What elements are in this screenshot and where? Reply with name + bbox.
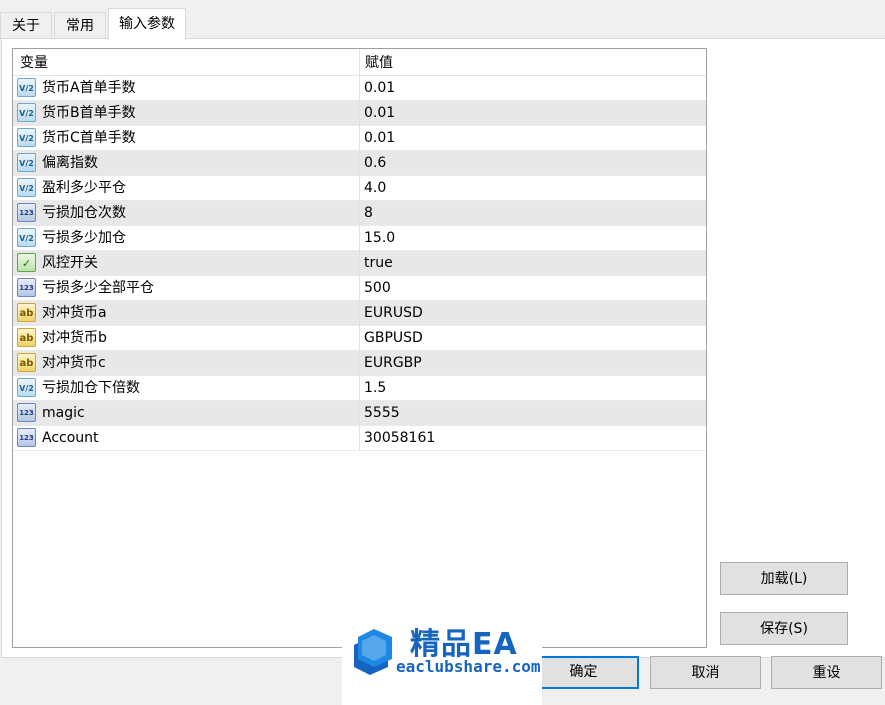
- reset-button[interactable]: 重设: [771, 656, 882, 689]
- variable-name: 偏离指数: [42, 155, 98, 171]
- variable-name: 亏损多少加仓: [42, 230, 126, 246]
- variable-value[interactable]: 15.0: [364, 226, 395, 251]
- ok-button[interactable]: 确定: [528, 656, 639, 689]
- variable-value[interactable]: 4.0: [364, 176, 386, 201]
- variable-name: 亏损加仓下倍数: [42, 380, 140, 396]
- inputs-grid: 变量 赋值 V/2 货币A首单手数 0.01 V/2 货币B首单手数 0.01 V/2 货币C…: [12, 48, 707, 648]
- tab-inputs[interactable]: 输入参数: [108, 8, 186, 40]
- cancel-button[interactable]: 取消: [650, 656, 761, 689]
- variable-name: 对冲货币c: [42, 355, 106, 371]
- variable-name: Account: [42, 430, 99, 446]
- save-button[interactable]: 保存(S): [720, 612, 848, 645]
- variable-name: 货币A首单手数: [42, 80, 136, 96]
- boolean-type-icon: ✓: [17, 253, 36, 272]
- column-variable[interactable]: 变量: [20, 49, 48, 77]
- integer-type-icon: 123: [17, 428, 36, 447]
- variable-name: 对冲货币a: [42, 305, 107, 321]
- string-type-icon: ab: [17, 353, 36, 372]
- watermark-logo: 精品EA eaclubshare.com: [342, 613, 542, 705]
- variable-value[interactable]: 0.01: [364, 126, 395, 151]
- variable-name: 亏损多少全部平仓: [42, 280, 154, 296]
- double-type-icon: V/2: [17, 153, 36, 172]
- string-type-icon: ab: [17, 303, 36, 322]
- integer-type-icon: 123: [17, 403, 36, 422]
- variable-name: 盈利多少平仓: [42, 180, 126, 196]
- variable-value[interactable]: 1.5: [364, 376, 386, 401]
- double-type-icon: V/2: [17, 228, 36, 247]
- book-stack-icon: [354, 629, 392, 675]
- variable-name: 对冲货币b: [42, 330, 107, 346]
- variable-name: 风控开关: [42, 255, 98, 271]
- variable-value[interactable]: 5555: [364, 401, 400, 426]
- tab-common[interactable]: 常用: [54, 12, 106, 39]
- string-type-icon: ab: [17, 328, 36, 347]
- variable-value[interactable]: 0.6: [364, 151, 386, 176]
- column-value[interactable]: 赋值: [365, 49, 393, 77]
- variable-value[interactable]: GBPUSD: [364, 326, 423, 351]
- variable-value[interactable]: 30058161: [364, 426, 435, 451]
- variable-value[interactable]: true: [364, 251, 393, 276]
- variable-value[interactable]: 0.01: [364, 76, 395, 101]
- variable-value[interactable]: 8: [364, 201, 373, 226]
- variable-value[interactable]: 500: [364, 276, 391, 301]
- variable-value[interactable]: EURGBP: [364, 351, 422, 376]
- variable-name: 货币C首单手数: [42, 130, 136, 146]
- variable-value[interactable]: 0.01: [364, 101, 395, 126]
- variable-name: magic: [42, 405, 85, 421]
- tab-bar: 关于 常用 输入参数: [0, 0, 885, 40]
- watermark-site: eaclubshare.com: [396, 657, 541, 676]
- double-type-icon: V/2: [17, 103, 36, 122]
- variable-value[interactable]: EURUSD: [364, 301, 423, 326]
- integer-type-icon: 123: [17, 278, 36, 297]
- double-type-icon: V/2: [17, 378, 36, 397]
- integer-type-icon: 123: [17, 203, 36, 222]
- double-type-icon: V/2: [17, 78, 36, 97]
- load-button[interactable]: 加载(L): [720, 562, 848, 595]
- variable-name: 货币B首单手数: [42, 105, 136, 121]
- tab-about[interactable]: 关于: [0, 12, 52, 39]
- double-type-icon: V/2: [17, 128, 36, 147]
- variable-name: 亏损加仓次数: [42, 205, 126, 221]
- double-type-icon: V/2: [17, 178, 36, 197]
- column-separator[interactable]: [359, 49, 360, 451]
